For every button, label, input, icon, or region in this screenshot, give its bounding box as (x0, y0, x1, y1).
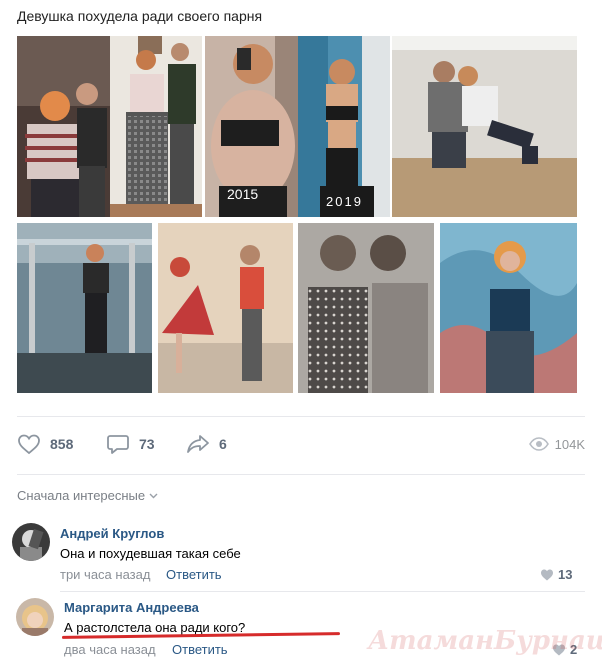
photo-couple-dance[interactable] (158, 223, 293, 393)
actions-divider (17, 474, 585, 475)
post-divider (17, 416, 585, 417)
photo-couple-plank[interactable] (392, 36, 577, 217)
avatar[interactable] (12, 523, 50, 561)
reply-button[interactable]: Ответить (172, 642, 228, 657)
comment-author[interactable]: Маргарита Андреева (64, 600, 199, 615)
comment-count: 73 (139, 436, 155, 452)
share-button[interactable]: 6 (186, 432, 227, 456)
like-count: 858 (50, 436, 74, 452)
photo-gym-pullup[interactable] (17, 223, 152, 393)
post-actions: 858 73 6 104K (17, 432, 585, 456)
post-text: Девушка похудела ради своего парня (17, 8, 263, 24)
share-icon (187, 435, 209, 453)
comment-icon (107, 435, 129, 454)
views-counter: 104K (528, 432, 585, 456)
comments-sort-dropdown[interactable]: Сначала интересные (17, 488, 158, 503)
photo-selfie-2019[interactable]: 2019 (298, 36, 390, 217)
eye-icon (528, 437, 549, 451)
avatar[interactable] (16, 598, 54, 636)
year-label-2019: 2019 (326, 194, 363, 209)
comment-text: Она и похудевшая такая себе (60, 546, 241, 561)
comment-time: два часа назад (64, 642, 156, 657)
photo-couple-standing[interactable] (110, 36, 202, 217)
sort-label: Сначала интересные (17, 488, 146, 503)
like-button[interactable]: 858 (17, 432, 73, 456)
photo-woman-graffiti[interactable] (440, 223, 577, 393)
comment-like-count: 13 (558, 567, 573, 582)
heart-icon (18, 434, 40, 455)
comment-divider (60, 591, 585, 592)
heart-icon (541, 569, 553, 580)
comment-author[interactable]: Андрей Круглов (60, 526, 164, 541)
comment-like-button[interactable]: 13 (540, 567, 572, 582)
comment-button[interactable]: 73 (106, 432, 155, 456)
comment-time: три часа назад (60, 567, 151, 582)
views-count: 104K (554, 436, 585, 452)
reply-button[interactable]: Ответить (166, 567, 222, 582)
watermark: АтаманБурнаш.блог.РФ (368, 626, 602, 656)
photo-selfie-2015[interactable]: 2015 (205, 36, 298, 217)
share-count: 6 (219, 436, 227, 452)
chevron-down-icon (149, 493, 158, 498)
year-label-2015: 2015 (227, 186, 258, 202)
photo-couple-before[interactable] (17, 36, 110, 217)
photo-couple-embrace[interactable] (298, 223, 434, 393)
